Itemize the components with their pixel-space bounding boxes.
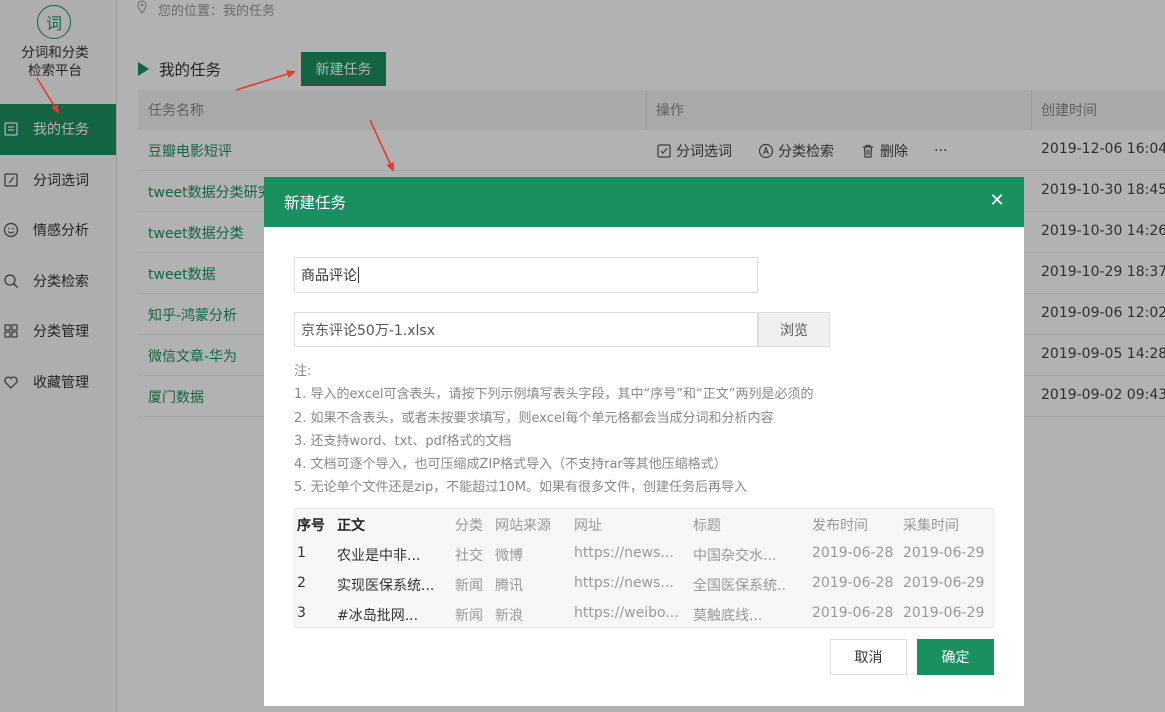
sample-header-cell: 正文	[337, 518, 365, 534]
sample-cell: 全国医保系统..	[693, 578, 786, 594]
sample-header-cell: 标题	[693, 518, 721, 534]
sample-cell: 2019-06-28	[812, 545, 894, 561]
note-line: 1. 导入的excel可含表头，请按下列示例填写表头字段，其中“序号”和“正文”…	[294, 387, 814, 403]
sample-cell: 2	[297, 575, 306, 591]
task-name-value: 商品评论	[301, 268, 357, 284]
sample-cell: https://news...	[574, 545, 674, 561]
sample-row: 3 #冰岛批网... 新闻 新浪 https://weibo... 莫触底线..…	[295, 599, 993, 629]
sample-cell: 农业是中非...	[337, 548, 421, 564]
close-icon[interactable]: ✕	[988, 192, 1006, 210]
sample-table: 序号 正文 分类 网站来源 网址 标题 发布时间 采集时间 1 农业是中非...…	[294, 508, 994, 628]
sample-row: 1 农业是中非... 社交 微博 https://news... 中国杂交水..…	[295, 539, 993, 569]
sample-row: 2 实现医保系统... 新闻 腾讯 https://news... 全国医保系统…	[295, 569, 993, 599]
sample-cell: 微博	[495, 548, 523, 564]
sample-cell: 腾讯	[495, 578, 523, 594]
sample-header-cell: 发布时间	[812, 518, 868, 534]
sample-cell: 1	[297, 545, 306, 561]
sample-cell: 莫触底线...	[693, 608, 763, 624]
note-line: 3. 还支持word、txt、pdf格式的文档	[294, 433, 512, 449]
sample-cell: 新浪	[495, 608, 523, 624]
sample-cell: 新闻	[455, 608, 483, 624]
sample-header-cell: 采集时间	[903, 518, 959, 534]
note-line: 5. 无论单个文件还是zip，不能超过10M。如果有很多文件，创建任务后再导入	[294, 480, 747, 496]
note-line: 4. 文档可逐个导入，也可压缩成ZIP格式导入（不支持rar等其他压缩格式）	[294, 457, 727, 473]
sample-cell: https://news...	[574, 575, 674, 591]
sample-cell: 实现医保系统...	[337, 578, 435, 594]
sample-header-cell: 分类	[455, 518, 483, 534]
file-path-input[interactable]: 京东评论50万-1.xlsx	[294, 312, 758, 347]
cancel-button[interactable]: 取消	[830, 639, 907, 675]
new-task-dialog: 新建任务 ✕ 商品评论 京东评论50万-1.xlsx 浏览 注: 1. 导入的e…	[264, 177, 1024, 706]
sample-cell: https://weibo...	[574, 605, 679, 621]
sample-cell: 2019-06-29	[903, 575, 985, 591]
sample-cell: 3	[297, 605, 306, 621]
dialog-title: 新建任务	[284, 194, 347, 212]
sample-cell: 2019-06-29	[903, 545, 985, 561]
note-line: 注:	[294, 364, 312, 379]
dialog-header: 新建任务 ✕	[264, 177, 1024, 227]
sample-header-row: 序号 正文 分类 网站来源 网址 标题 发布时间 采集时间	[295, 509, 993, 539]
sample-header-cell: 序号	[297, 518, 325, 534]
sample-cell: 2019-06-29	[903, 605, 985, 621]
sample-cell: 新闻	[455, 578, 483, 594]
sample-header-cell: 网址	[574, 518, 602, 534]
sample-cell: 2019-06-28	[812, 575, 894, 591]
task-name-input[interactable]: 商品评论	[294, 257, 758, 293]
sample-cell: 2019-06-28	[812, 605, 894, 621]
browse-button[interactable]: 浏览	[758, 312, 830, 347]
sample-cell: 中国杂交水...	[693, 548, 777, 564]
confirm-button[interactable]: 确定	[917, 639, 994, 675]
text-caret	[358, 267, 359, 283]
import-notes: 注: 1. 导入的excel可含表头，请按下列示例填写表头字段，其中“序号”和“…	[294, 360, 813, 500]
note-line: 2. 如果不含表头，或者未按要求填写，则excel每个单元格都会当成分词和分析内…	[294, 410, 774, 426]
sample-cell: 社交	[455, 548, 483, 564]
sample-header-cell: 网站来源	[495, 518, 551, 534]
sample-cell: #冰岛批网...	[337, 608, 419, 624]
